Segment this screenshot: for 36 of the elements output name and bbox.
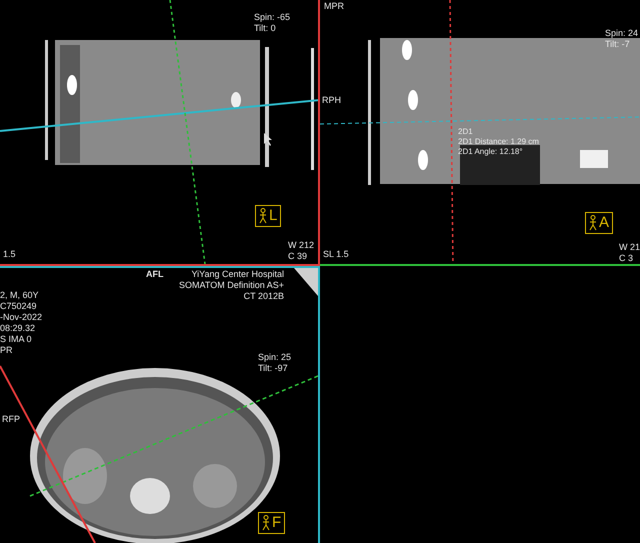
overlay-text: S IMA 0: [0, 334, 33, 345]
overlay-text: 08:29.32: [0, 323, 36, 334]
figure-icon: [589, 215, 597, 231]
mouse-cursor-icon: [264, 133, 272, 146]
overlay-text: Tilt: -97: [258, 363, 289, 374]
overlay-text: Spin: 24: [604, 28, 638, 39]
overlay-text: 2D1: [458, 127, 474, 137]
overlay-text: YiYang Center Hospital: [190, 269, 284, 280]
overlay-text: SL 1.5: [323, 249, 349, 260]
overlay-text: RFP: [2, 414, 20, 425]
overlay-text: 2, M, 60Y: [0, 290, 40, 301]
orientation-letter: A: [599, 212, 610, 233]
overlay-text: Tilt: -7: [604, 39, 631, 50]
figure-icon: [259, 208, 267, 224]
overlay-text: 1.5: [3, 249, 16, 260]
overlay-text: C750249: [0, 301, 38, 312]
overlay-text: 2D1 Angle: 12.18°: [458, 147, 524, 157]
overlay-text: Tilt: 0: [254, 23, 277, 34]
corner-fold-icon: [294, 268, 318, 296]
overlay-text: C 3: [618, 253, 634, 264]
overlay-text: SOMATOM Definition AS+: [179, 280, 284, 291]
overlay-text: C 39: [288, 251, 308, 262]
overlay-text: MPR: [324, 1, 344, 12]
overlay-text: 2D1 Distance: 1.29 cm: [458, 137, 539, 147]
figure-icon: [262, 515, 270, 531]
overlay-text: Spin: 25: [258, 352, 292, 363]
overlay-text: Spin: -65: [254, 12, 290, 23]
overlay-text: W 212: [288, 240, 314, 251]
overlay-text: -Nov-2022: [0, 312, 42, 323]
overlay-text: AFL: [146, 269, 164, 280]
overlay-text: W 21: [618, 242, 640, 253]
orientation-letter: F: [272, 512, 282, 533]
overlay-text: CT 2012B: [242, 291, 284, 302]
overlay-text: PR: [0, 345, 14, 356]
orientation-letter: L: [269, 206, 278, 226]
overlay-text: RPH: [322, 95, 342, 106]
